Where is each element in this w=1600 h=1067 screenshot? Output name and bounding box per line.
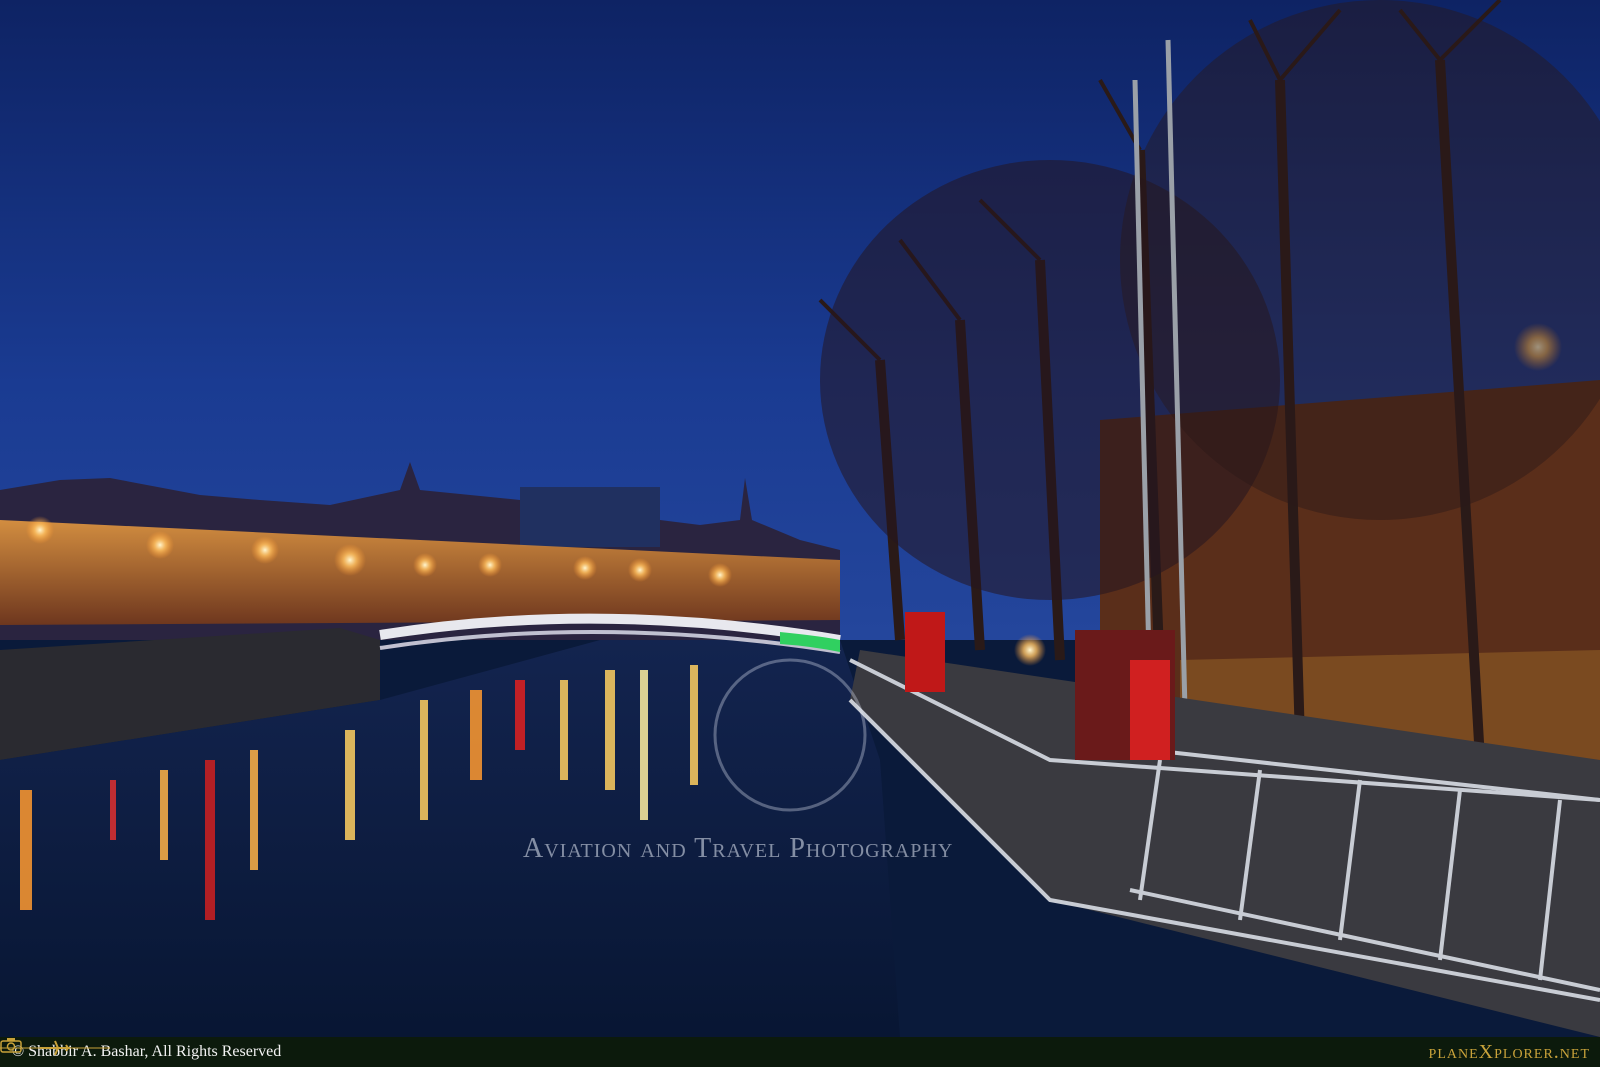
watermark-text: Aviation and Travel Photography <box>523 833 954 864</box>
red-kiosk <box>905 612 945 692</box>
photo-scene: Aviation and Travel Photography © Shabbi… <box>0 0 1600 1067</box>
airplane-icon <box>0 1040 110 1056</box>
footer-bar: © Shabbir A. Bashar, All Rights Reserved… <box>0 1037 1600 1067</box>
brand: planeXplorer.net <box>0 1038 1600 1064</box>
brand-name: planeXplorer.net <box>1428 1040 1590 1063</box>
night-river-photo <box>0 0 1600 1037</box>
